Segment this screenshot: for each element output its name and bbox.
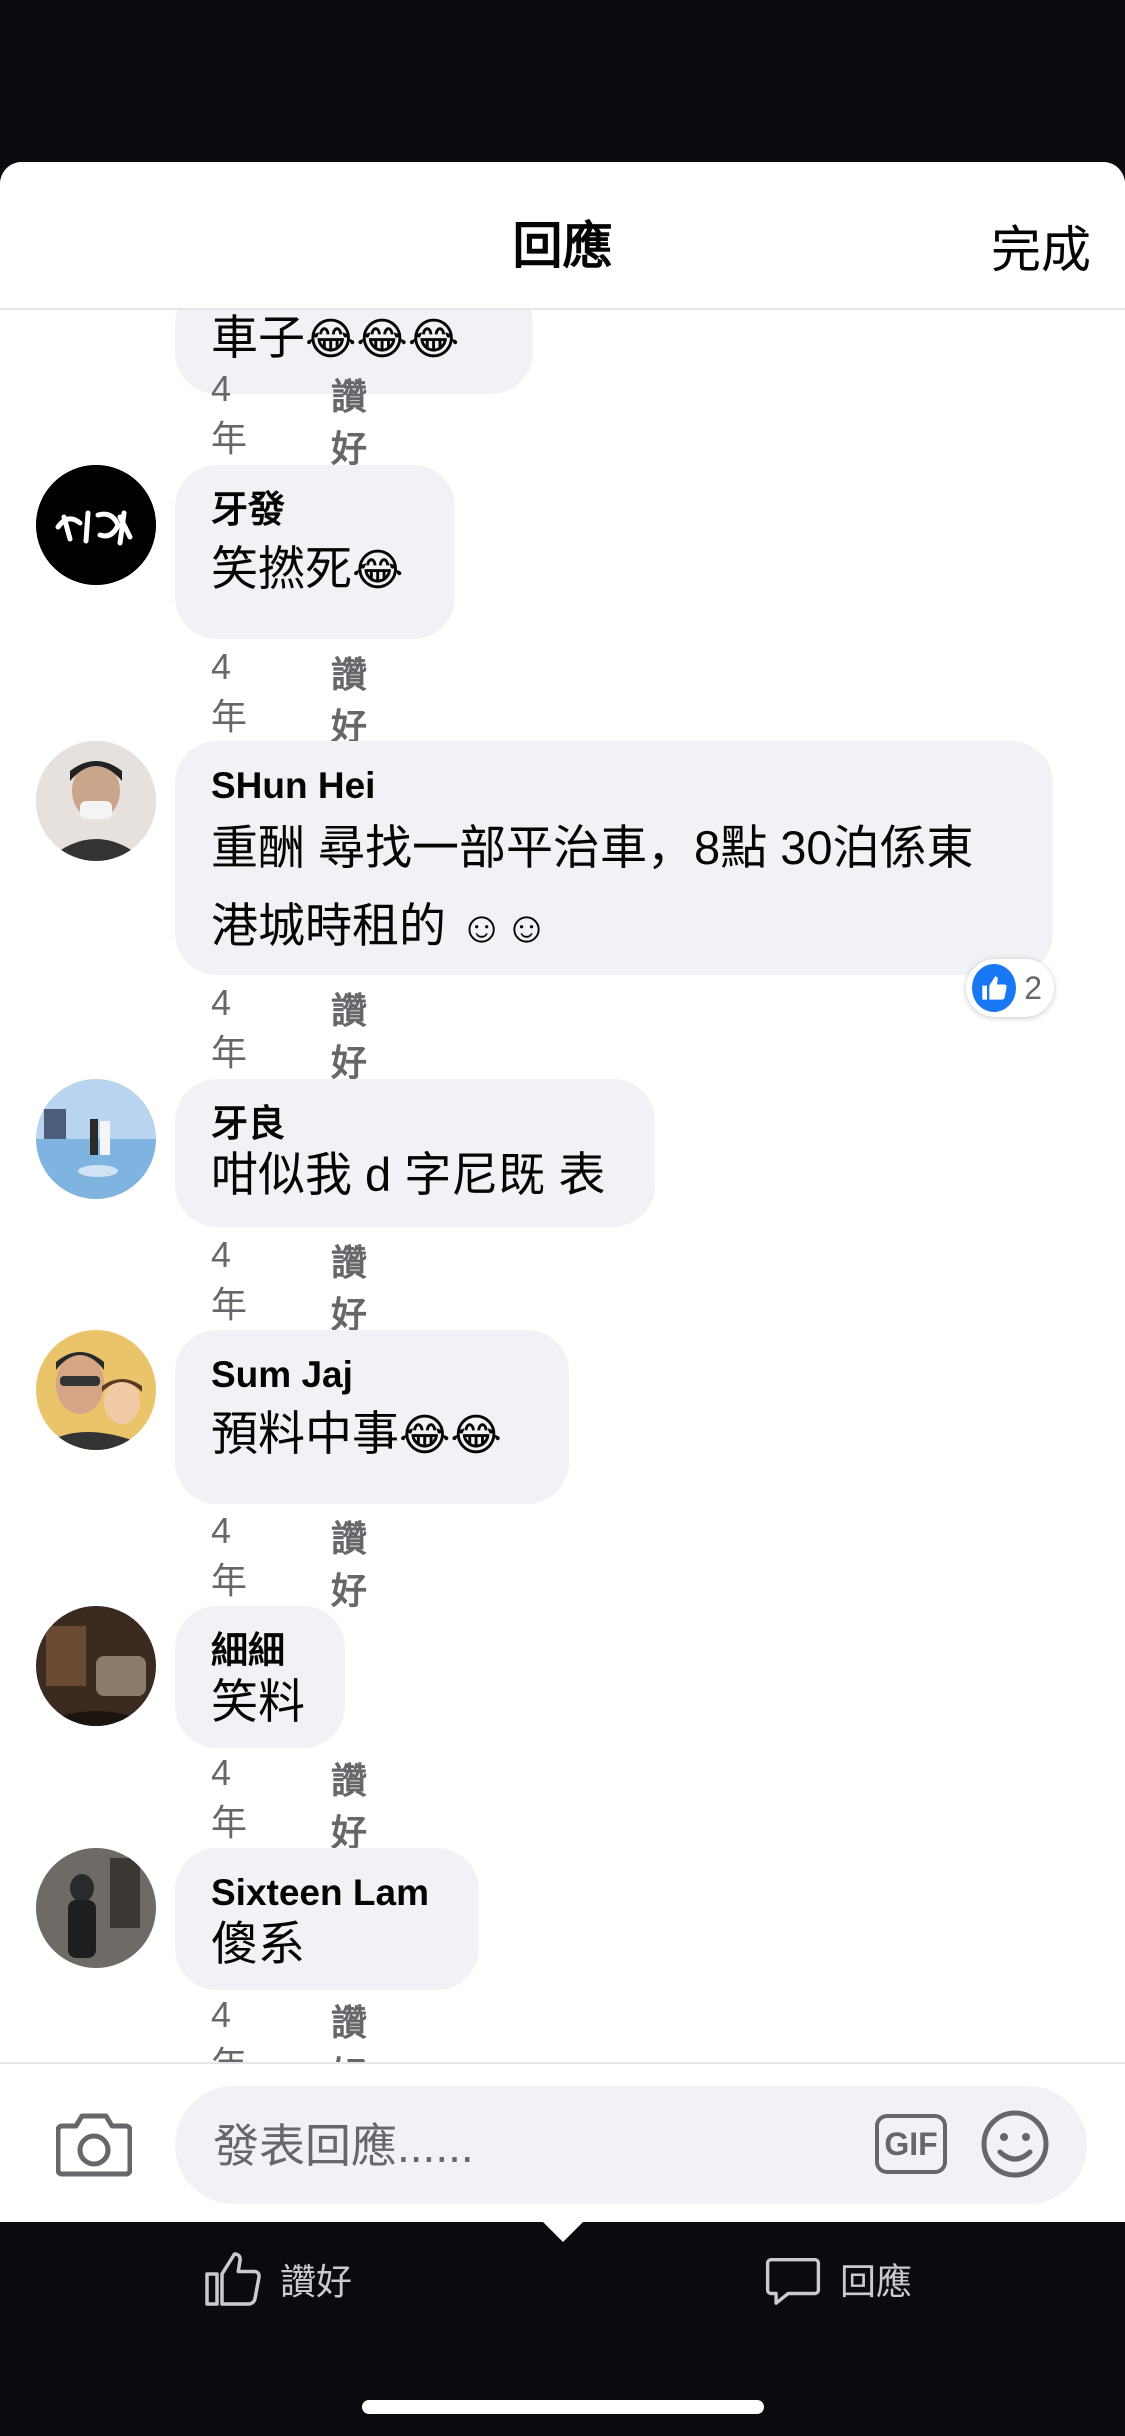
comment-bubble[interactable]: 細細 笑料 [175, 1606, 345, 1748]
comment-input-container[interactable]: GIF [175, 2086, 1087, 2204]
comment-bubble[interactable]: SHun Hei 重酬 尋找一部平治車，8點 30泊係東 港城時租的 ☺☺ [175, 741, 1053, 975]
comment-like-link[interactable]: 讚好 [331, 368, 367, 472]
comment-text: 重酬 尋找一部平治車，8點 30泊係東 [211, 821, 974, 874]
comments-sheet: 車子😂😂😂 4年 讚好 牙發 笑撚死😂 4年 讚好 SHun Hei 重酬 尋找… [0, 162, 1125, 2222]
avatar[interactable] [36, 1079, 156, 1199]
comment-text: 港城時租的 ☺☺ [211, 899, 549, 952]
comment-author[interactable]: 牙發 [211, 487, 419, 533]
avatar[interactable] [36, 1848, 156, 1968]
comment-time: 4年 [211, 646, 248, 737]
avatar-image [36, 1606, 156, 1726]
page-title: 回應 [512, 218, 613, 274]
comment-composer: GIF [0, 2062, 1125, 2222]
comment-author[interactable]: 細細 [211, 1628, 309, 1674]
comment-time: 4年 [211, 368, 248, 459]
comment-author[interactable]: SHun Hei [211, 763, 1017, 809]
avatar-image [36, 465, 156, 585]
avatar[interactable] [36, 1330, 156, 1450]
comment-bubble[interactable]: Sum Jaj 預料中事😂😂 [175, 1330, 569, 1504]
emoji-button[interactable] [979, 2108, 1051, 2180]
avatar[interactable] [36, 741, 156, 861]
comment-bubble[interactable]: 牙良 咁似我 d 字尼既 表 [175, 1079, 655, 1227]
smiley-icon [981, 2110, 1049, 2178]
comment-author[interactable]: Sixteen Lam [211, 1870, 443, 1916]
comment-input[interactable] [211, 2114, 835, 2178]
like-action-label: 讚好 [280, 2261, 353, 2302]
comment-time: 4年 [211, 982, 248, 1073]
comment-text: 笑料 [211, 1675, 305, 1728]
avatar[interactable] [36, 1606, 156, 1726]
comment-text: 咁似我 d 字尼既 表 [211, 1148, 606, 1201]
reaction-count: 2 [1024, 969, 1042, 1006]
home-indicator[interactable] [362, 2400, 764, 2414]
gif-button[interactable]: GIF [875, 2114, 947, 2174]
comment-like-link[interactable]: 讚好 [331, 1752, 367, 1856]
comment-text: 預料中事😂😂 [211, 1407, 502, 1460]
camera-icon [55, 2113, 133, 2177]
avatar-image [36, 1330, 156, 1450]
comment-action-label: 回應 [840, 2261, 913, 2302]
comment-like-link[interactable]: 讚好 [331, 1234, 367, 1338]
comment-like-link[interactable]: 讚好 [331, 646, 367, 750]
sheet-pointer [541, 2220, 585, 2242]
comment-text: 笑撚死😂 [211, 542, 404, 595]
comment-bubble[interactable]: Sixteen Lam 傻系 [175, 1848, 479, 1990]
comment-action-button[interactable]: 回應 [764, 2244, 912, 2314]
avatar-image [36, 1079, 156, 1199]
done-button[interactable]: 完成 [991, 210, 1091, 282]
avatar-image [36, 741, 156, 861]
comment-time: 4年 [211, 1234, 248, 1325]
avatar[interactable] [36, 465, 156, 585]
comment-time: 4年 [211, 1752, 248, 1843]
comment-like-link[interactable]: 讚好 [331, 982, 367, 1086]
like-action-button[interactable]: 讚好 [202, 2244, 352, 2314]
comment-icon [765, 2257, 821, 2305]
like-reaction-icon [972, 964, 1017, 1012]
sheet-header: 回應 完成 [0, 162, 1125, 310]
comment-bubble[interactable]: 牙發 笑撚死😂 [175, 465, 455, 639]
comment-like-link[interactable]: 讚好 [331, 1510, 367, 1614]
comment-author[interactable]: Sum Jaj [211, 1352, 533, 1398]
comment-time: 4年 [211, 1510, 248, 1601]
gif-icon: GIF [884, 2125, 938, 2162]
comment-author[interactable]: 牙良 [211, 1101, 619, 1147]
comment-text: 車子😂😂😂 [211, 311, 460, 364]
comment-text: 傻系 [211, 1917, 305, 1970]
reaction-summary[interactable]: 2 [966, 959, 1054, 1017]
avatar-image [36, 1848, 156, 1968]
thumbs-up-icon [205, 2252, 261, 2306]
camera-button[interactable] [55, 2108, 133, 2178]
